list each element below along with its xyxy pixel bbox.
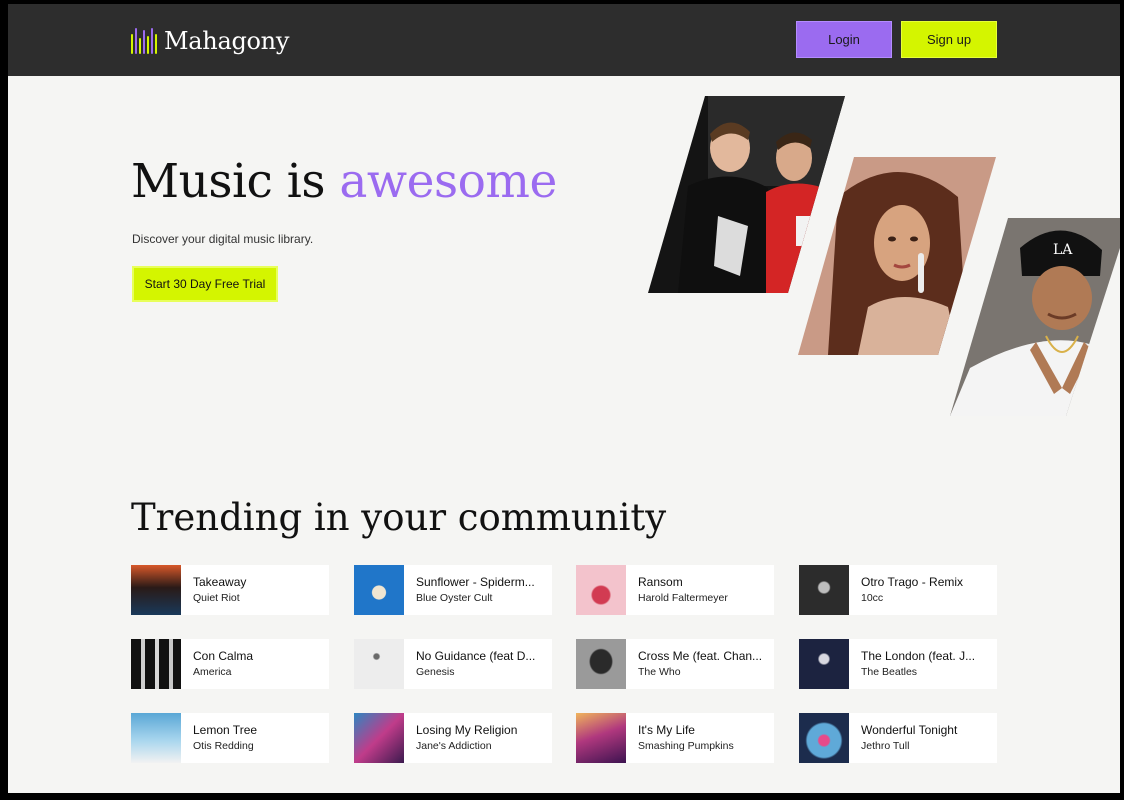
track-title: It's My Life (638, 723, 695, 737)
track-title: Cross Me (feat. Chan... (638, 649, 763, 663)
track-title: Sunflower - Spiderm... (416, 575, 535, 589)
hero-title: Music is awesome (131, 154, 557, 209)
track-title: Takeaway (193, 575, 247, 589)
track-card[interactable]: It's My Life Smashing Pumpkins (576, 713, 774, 763)
free-trial-button[interactable]: Start 30 Day Free Trial (132, 266, 278, 302)
track-artist: Quiet Riot (193, 592, 240, 604)
album-art (354, 565, 404, 615)
track-artist: 10cc (861, 592, 884, 604)
track-artist: Smashing Pumpkins (638, 740, 734, 752)
track-card[interactable]: No Guidance (feat D... Genesis (354, 639, 552, 689)
track-card[interactable]: Ransom Harold Faltermeyer (576, 565, 774, 615)
track-title: Wonderful Tonight (861, 723, 958, 737)
album-art (131, 565, 181, 615)
track-artist: Otis Redding (193, 740, 254, 752)
track-title: Otro Trago - Remix (861, 575, 964, 589)
app-frame: Mahagony Login Sign up Music is awesome … (8, 4, 1120, 793)
track-artist: America (193, 666, 232, 678)
track-title: Ransom (638, 575, 683, 589)
album-art (131, 713, 181, 763)
track-card[interactable]: The London (feat. J... The Beatles (799, 639, 997, 689)
track-artist: Jethro Tull (861, 740, 910, 752)
svg-text:LA: LA (1053, 242, 1073, 258)
top-navbar: Mahagony Login Sign up (8, 4, 1120, 76)
hero-subtitle: Discover your digital music library. (132, 232, 314, 246)
track-card[interactable]: Lemon Tree Otis Redding (131, 713, 329, 763)
album-art (576, 639, 626, 689)
track-title: Lemon Tree (193, 723, 258, 737)
logo-bars-icon (131, 28, 157, 54)
brand-logo[interactable]: Mahagony (131, 25, 289, 57)
track-artist: Blue Oyster Cult (416, 592, 493, 604)
track-card[interactable]: Losing My Religion Jane's Addiction (354, 713, 552, 763)
hero-title-accent: awesome (339, 154, 557, 209)
brand-name: Mahagony (164, 27, 290, 55)
album-art (354, 639, 404, 689)
album-art (576, 565, 626, 615)
track-card[interactable]: Takeaway Quiet Riot (131, 565, 329, 615)
track-artist: The Who (638, 666, 681, 678)
album-art (131, 639, 181, 689)
album-art (354, 713, 404, 763)
artist-photo-rapper-image: LA (950, 218, 1120, 416)
track-title: No Guidance (feat D... (416, 649, 536, 663)
track-card[interactable]: Sunflower - Spiderm... Blue Oyster Cult (354, 565, 552, 615)
track-card[interactable]: Con Calma America (131, 639, 329, 689)
trending-title: Trending in your community (131, 496, 667, 539)
track-title: Con Calma (193, 649, 254, 663)
album-art (576, 713, 626, 763)
album-art (799, 565, 849, 615)
login-button[interactable]: Login (796, 21, 892, 58)
hero-title-plain: Music is (131, 154, 340, 209)
track-card[interactable]: Otro Trago - Remix 10cc (799, 565, 997, 615)
album-art (799, 713, 849, 763)
track-title: The London (feat. J... (861, 649, 976, 663)
track-card[interactable]: Wonderful Tonight Jethro Tull (799, 713, 997, 763)
artist-photo-rapper: LA (950, 218, 1120, 416)
track-artist: Jane's Addiction (416, 740, 492, 752)
track-artist: Harold Faltermeyer (638, 592, 728, 604)
track-artist: The Beatles (861, 666, 918, 678)
track-title: Losing My Religion (416, 723, 518, 737)
signup-button[interactable]: Sign up (901, 21, 997, 58)
track-artist: Genesis (416, 666, 455, 678)
track-card[interactable]: Cross Me (feat. Chan... The Who (576, 639, 774, 689)
album-art (799, 639, 849, 689)
